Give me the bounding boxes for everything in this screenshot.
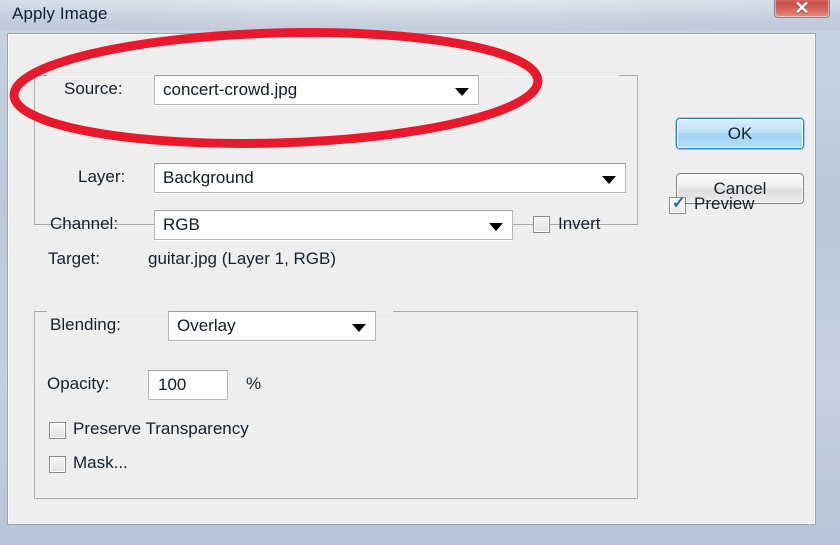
close-button[interactable]: ✕: [774, 0, 830, 18]
invert-label: Invert: [558, 214, 601, 233]
layer-dropdown-value: Background: [163, 168, 254, 187]
opacity-unit-label: %: [246, 374, 262, 393]
opacity-input[interactable]: 100: [148, 370, 228, 400]
dialog-client-area: Source: concert-crowd.jpg Layer: Backgro…: [7, 33, 816, 525]
mask-label: Mask...: [73, 453, 128, 472]
close-x-icon: ✕: [794, 0, 810, 18]
source-dropdown[interactable]: concert-crowd.jpg: [154, 75, 479, 105]
checkmark-icon: ✓: [672, 195, 686, 212]
preserve-transparency-label: Preserve Transparency: [73, 419, 249, 438]
chevron-down-icon: [602, 176, 616, 184]
preview-label: Preview: [694, 194, 755, 213]
opacity-input-value: 100: [158, 375, 187, 394]
blending-dropdown-value: Overlay: [177, 316, 236, 335]
apply-image-dialog-window: Apply Image ✕ Source: concert-crowd.jpg …: [0, 0, 840, 545]
window-title: Apply Image: [12, 4, 108, 23]
source-label: Source:: [64, 79, 123, 98]
layer-label: Layer:: [78, 167, 126, 186]
chevron-down-icon: [489, 223, 503, 231]
preserve-transparency-checkbox[interactable]: [49, 422, 66, 439]
blending-label: Blending:: [50, 315, 121, 334]
opacity-label: Opacity:: [47, 374, 110, 393]
invert-checkbox[interactable]: [533, 216, 550, 233]
chevron-down-icon: [455, 88, 469, 96]
title-bar[interactable]: Apply Image ✕: [0, 0, 840, 30]
preview-checkbox[interactable]: ✓: [669, 195, 686, 214]
channel-dropdown-value: RGB: [163, 215, 200, 234]
target-label: Target:: [48, 249, 100, 268]
layer-dropdown[interactable]: Background: [154, 163, 626, 193]
blending-dropdown[interactable]: Overlay: [168, 311, 376, 341]
chevron-down-icon: [352, 324, 366, 332]
source-dropdown-value: concert-crowd.jpg: [163, 80, 298, 99]
target-value: guitar.jpg (Layer 1, RGB): [148, 249, 337, 268]
channel-label: Channel:: [50, 214, 119, 233]
mask-checkbox[interactable]: [49, 456, 66, 473]
channel-dropdown[interactable]: RGB: [154, 210, 513, 240]
ok-button[interactable]: OK: [676, 118, 804, 149]
